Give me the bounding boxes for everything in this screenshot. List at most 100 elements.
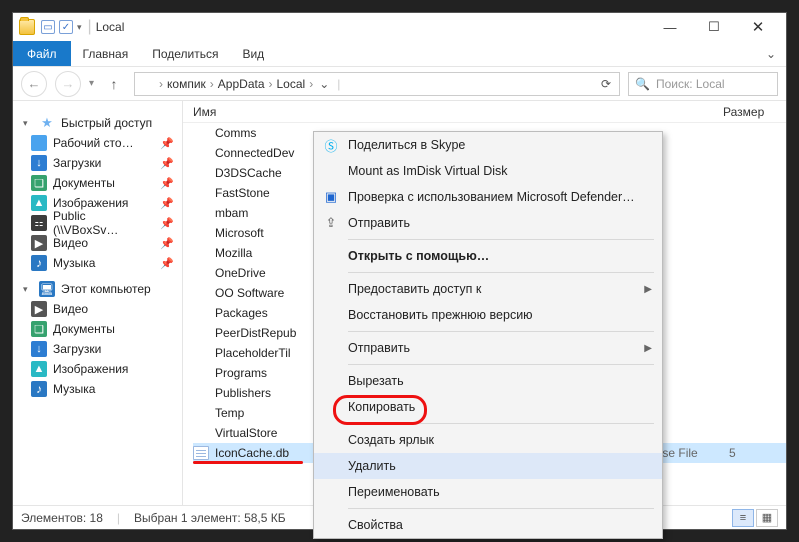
dl-icon: ↓ (31, 155, 47, 171)
annotation-underline (193, 461, 303, 464)
history-dropdown-icon[interactable]: ▾ (89, 78, 94, 89)
refresh-icon[interactable]: ⟳ (597, 77, 615, 91)
shield-icon: ▣ (322, 188, 340, 206)
pin-icon: 📌 (160, 157, 174, 170)
file-icon (193, 446, 209, 460)
folder-icon (193, 386, 209, 400)
ctx-shortcut[interactable]: Создать ярлык (314, 427, 662, 453)
doc-icon: ❏ (31, 175, 47, 191)
ctx-imdisk[interactable]: Mount as ImDisk Virtual Disk (314, 158, 662, 184)
nav-item[interactable]: ↓ Загрузки 📌 (13, 153, 182, 173)
nav-item-label: Музыка (53, 382, 95, 396)
qat-dropdown-icon[interactable]: ▾ (77, 22, 82, 33)
pin-icon: 📌 (160, 177, 174, 190)
view-large-button[interactable]: ▦ (756, 509, 778, 527)
dl-icon: ↓ (31, 341, 47, 357)
nav-item[interactable]: ↓ Загрузки (13, 339, 182, 359)
ctx-access[interactable]: Предоставить доступ к▶ (314, 276, 662, 302)
nav-item-label: Музыка (53, 256, 95, 270)
qat-check-icon[interactable]: ✓ (59, 20, 73, 34)
nav-item[interactable]: ❏ Документы (13, 319, 182, 339)
chevron-down-icon[interactable]: ▾ (23, 118, 33, 129)
folder-icon (139, 77, 155, 91)
folder-icon (193, 146, 209, 160)
ctx-defender[interactable]: ▣Проверка с использованием Microsoft Def… (314, 184, 662, 210)
pic-icon: ▲ (31, 361, 47, 377)
nav-item[interactable]: ▲ Изображения (13, 359, 182, 379)
nav-this-pc[interactable]: ▾ 🖥 Этот компьютер (13, 279, 182, 299)
crumb-pc[interactable]: компик (167, 77, 206, 91)
desktop-icon (31, 135, 47, 151)
folder-icon (193, 186, 209, 200)
search-icon: 🔍 (635, 77, 650, 91)
chevron-right-icon: ▶ (644, 284, 652, 295)
close-button[interactable]: ✕ (736, 13, 780, 41)
breadcrumb[interactable]: › компик› AppData› Local› ⌄ | ⟳ (134, 72, 620, 96)
star-icon: ★ (39, 115, 55, 131)
pic-icon: ▲ (31, 195, 47, 211)
back-button[interactable]: ← (21, 71, 47, 97)
nav-item[interactable]: ⚏ Public (\\VBoxSv… 📌 (13, 213, 182, 233)
skype-icon: Ⓢ (322, 136, 340, 154)
ctx-restore[interactable]: Восстановить прежнюю версию (314, 302, 662, 328)
ctx-rename[interactable]: Переименовать (314, 479, 662, 505)
folder-icon (193, 286, 209, 300)
nav-item-label: Документы (53, 322, 115, 336)
breadcrumb-drop-icon[interactable]: ⌄ (317, 77, 331, 91)
ctx-send[interactable]: ⇪Отправить (314, 210, 662, 236)
status-selection: Выбран 1 элемент: 58,5 КБ (134, 511, 286, 525)
folder-icon (193, 326, 209, 340)
pin-icon: 📌 (160, 197, 174, 210)
folder-icon (193, 406, 209, 420)
tab-view[interactable]: Вид (230, 41, 276, 66)
ctx-sendto[interactable]: Отправить▶ (314, 335, 662, 361)
up-button[interactable]: ↑ (102, 76, 126, 92)
file-tab[interactable]: Файл (13, 41, 71, 66)
doc-icon: ❏ (31, 321, 47, 337)
nav-item-label: Public (\\VBoxSv… (53, 209, 154, 237)
pin-icon: 📌 (160, 137, 174, 150)
ctx-properties[interactable]: Свойства (314, 512, 662, 538)
nav-item-label: Рабочий сто… (53, 136, 134, 150)
forward-button[interactable]: → (55, 71, 81, 97)
minimize-button[interactable]: — (648, 13, 692, 41)
pin-icon: 📌 (160, 237, 174, 250)
folder-icon (193, 226, 209, 240)
app-icon (19, 19, 35, 35)
crumb-local[interactable]: Local (277, 77, 306, 91)
crumb-appdata[interactable]: AppData (218, 77, 265, 91)
nav-item[interactable]: ♪ Музыка 📌 (13, 253, 182, 273)
pin-icon: 📌 (160, 257, 174, 270)
maximize-button[interactable]: ☐ (692, 13, 736, 41)
ribbon-expand-icon[interactable]: ⌄ (756, 41, 786, 66)
search-input[interactable]: 🔍 Поиск: Local (628, 72, 778, 96)
nav-item[interactable]: ♪ Музыка (13, 379, 182, 399)
ctx-copy[interactable]: Копировать (314, 394, 662, 420)
col-size[interactable]: Размер (723, 105, 786, 119)
view-details-button[interactable]: ≡ (732, 509, 754, 527)
ctx-skype[interactable]: ⓈПоделиться в Skype (314, 132, 662, 158)
ctx-cut[interactable]: Вырезать (314, 368, 662, 394)
nav-item[interactable]: ▶ Видео (13, 299, 182, 319)
nav-item[interactable]: Рабочий сто… 📌 (13, 133, 182, 153)
nav-item-label: Документы (53, 176, 115, 190)
nav-quick-access[interactable]: ▾ ★ Быстрый доступ (13, 113, 182, 133)
status-count: Элементов: 18 (21, 511, 103, 525)
folder-icon (193, 426, 209, 440)
folder-icon (193, 306, 209, 320)
folder-icon (193, 246, 209, 260)
ctx-delete[interactable]: Удалить (314, 453, 662, 479)
context-menu: ⓈПоделиться в Skype Mount as ImDisk Virt… (313, 131, 663, 539)
window-title: Local (96, 20, 125, 34)
col-name[interactable]: Имя (193, 105, 483, 119)
qat-properties-icon[interactable]: ▭ (41, 20, 55, 34)
chevron-down-icon[interactable]: ▾ (23, 284, 33, 295)
music-icon: ♪ (31, 381, 47, 397)
tab-share[interactable]: Поделиться (140, 41, 230, 66)
tab-home[interactable]: Главная (71, 41, 141, 66)
nav-item[interactable]: ❏ Документы 📌 (13, 173, 182, 193)
ctx-open-with[interactable]: Открыть с помощью… (314, 243, 662, 269)
vid-icon: ▶ (31, 301, 47, 317)
pc-icon: 🖥 (39, 281, 55, 297)
share-icon: ⇪ (322, 214, 340, 232)
